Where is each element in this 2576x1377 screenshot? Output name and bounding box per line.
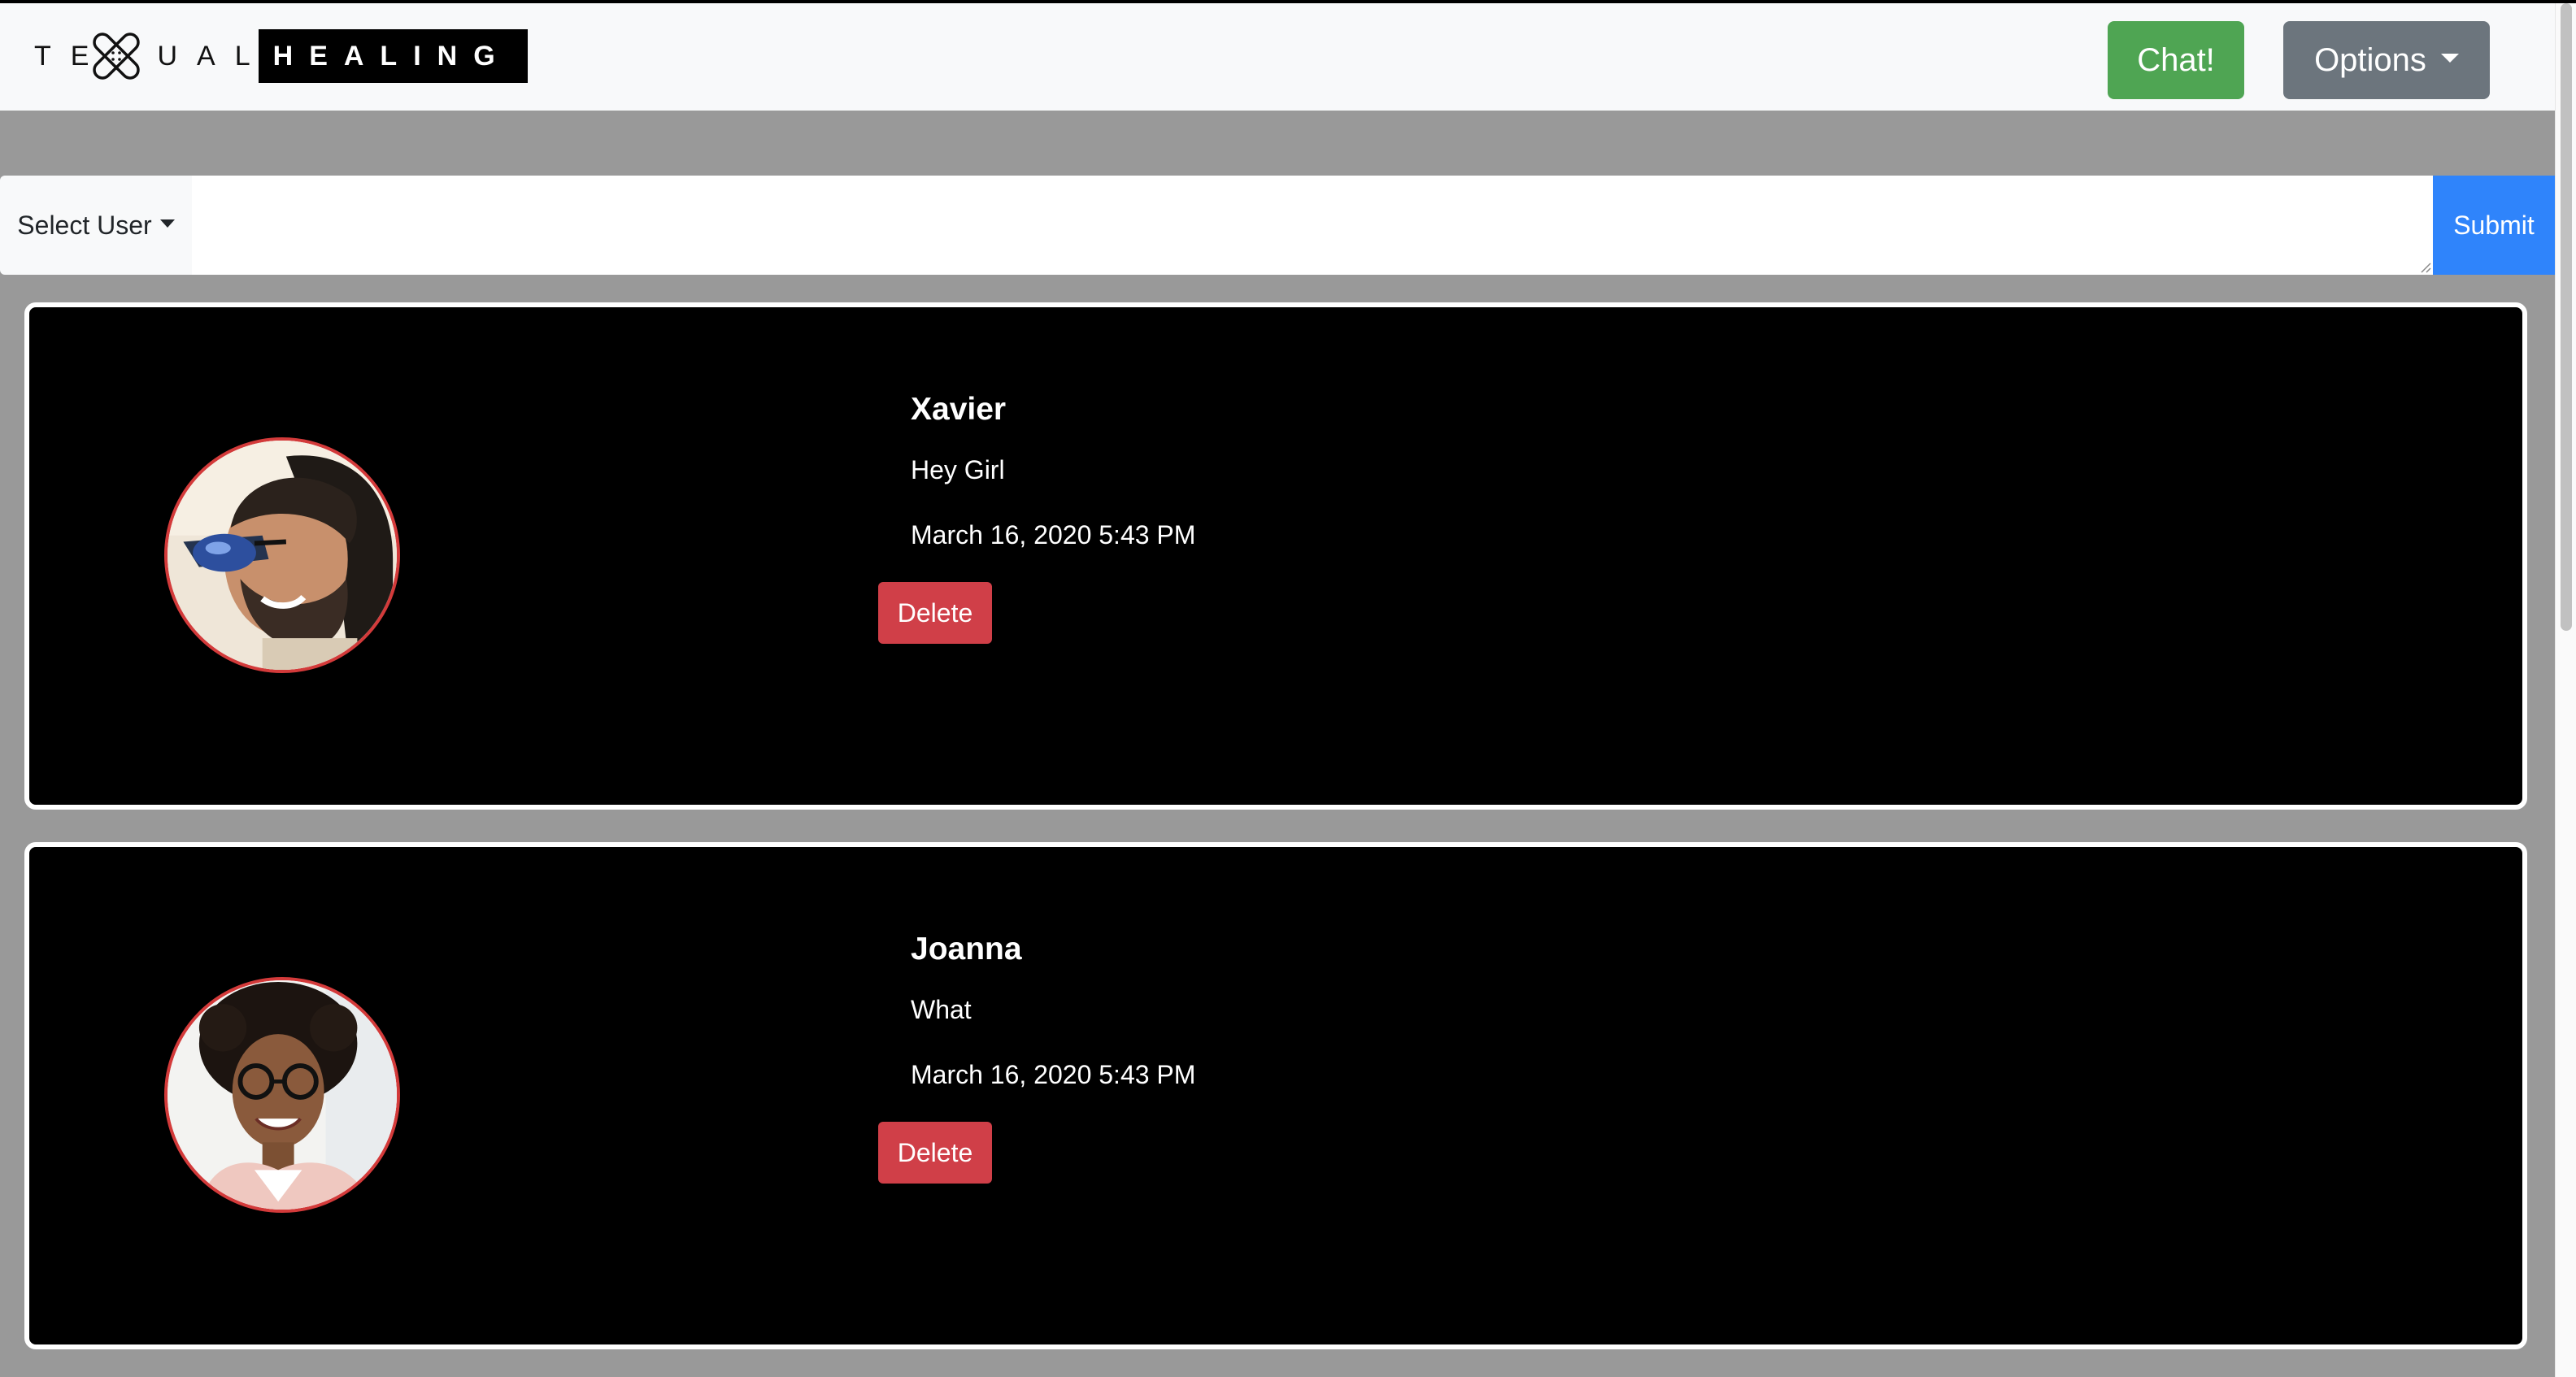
delete-button[interactable]: Delete: [878, 1122, 992, 1184]
bandage-x-icon: [92, 32, 141, 80]
options-button-label: Options: [2314, 41, 2426, 78]
brand-left-part: T E U A L: [34, 29, 259, 83]
message-text: What: [911, 995, 972, 1024]
man-with-sunglasses-photo: [168, 441, 397, 670]
brand-letter: A: [197, 40, 215, 72]
message-text: Hey Girl: [911, 455, 1005, 484]
brand-logo[interactable]: T E U A L HEALING: [34, 29, 528, 83]
brand-letter: T: [34, 40, 51, 72]
delete-button[interactable]: Delete: [878, 582, 992, 644]
brand-letter: E: [70, 40, 89, 72]
caret-down-icon: [2440, 53, 2459, 63]
message-card: Joanna What March 16, 2020 5:43 PM Delet…: [24, 842, 2527, 1349]
brand-right-part: HEALING: [258, 29, 528, 83]
select-user-dropdown[interactable]: Select User: [0, 176, 192, 275]
chat-button-label: Chat!: [2137, 41, 2215, 78]
message-card: Xavier Hey Girl March 16, 2020 5:43 PM D…: [24, 302, 2527, 810]
navbar: T E U A L HEALING Chat! Options: [0, 3, 2555, 111]
delete-button-label: Delete: [897, 1137, 973, 1167]
delete-button-label: Delete: [897, 597, 973, 628]
avatar: [164, 977, 400, 1213]
message-author: Joanna: [911, 932, 1022, 967]
page-scrollbar[interactable]: [2555, 3, 2576, 1377]
brand-letter: L: [234, 40, 250, 72]
submit-button-label: Submit: [2453, 210, 2535, 240]
message-author: Xavier: [911, 392, 1007, 427]
message-composer: Select User Submit: [0, 176, 2555, 275]
message-input[interactable]: [192, 176, 2433, 275]
message-timestamp: March 16, 2020 5:43 PM: [911, 1060, 1196, 1089]
caret-down-icon: [159, 219, 175, 228]
options-dropdown-button[interactable]: Options: [2283, 21, 2490, 99]
select-user-label: Select User: [17, 210, 152, 240]
brand-letter: U: [157, 40, 178, 72]
submit-button[interactable]: Submit: [2433, 176, 2555, 275]
woman-with-glasses-photo: [168, 980, 397, 1210]
message-timestamp: March 16, 2020 5:43 PM: [911, 520, 1196, 549]
scrollbar-thumb[interactable]: [2561, 3, 2572, 631]
resize-grip-icon[interactable]: [2418, 260, 2431, 273]
chat-button[interactable]: Chat!: [2108, 21, 2244, 99]
avatar: [164, 437, 400, 673]
